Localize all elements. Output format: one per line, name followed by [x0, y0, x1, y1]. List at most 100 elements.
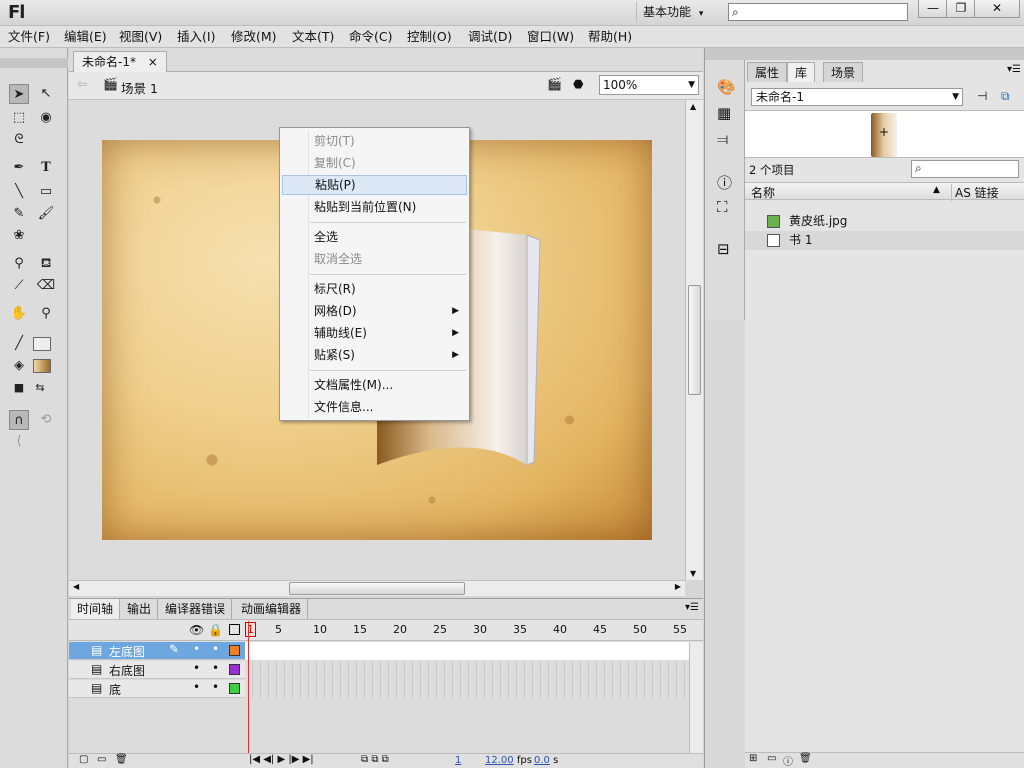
selection-tool-icon[interactable]: ➤: [9, 84, 29, 104]
vertical-scrollbar[interactable]: ▲ ▼: [685, 100, 703, 580]
subselection-tool-icon[interactable]: ↖: [36, 84, 56, 104]
menu-modify[interactable]: 修改(M): [231, 28, 277, 46]
properties-icon[interactable]: ⓘ: [783, 753, 793, 768]
pin-icon[interactable]: ⊣: [977, 89, 987, 103]
layer-frames[interactable]: [245, 642, 689, 660]
lock-dot[interactable]: •: [212, 661, 219, 675]
3d-rotation-tool-icon[interactable]: ◉: [36, 108, 56, 128]
menu-edit[interactable]: 编辑(E): [64, 28, 107, 46]
bone-tool-icon[interactable]: ⚲: [9, 254, 29, 274]
layer-row[interactable]: ▤ 右底图 • •: [69, 661, 689, 679]
menu-item-grid[interactable]: 网格(D) ▶: [282, 301, 467, 321]
eraser-tool-icon[interactable]: ⌫: [36, 276, 56, 296]
snap-to-objects-icon[interactable]: ∩: [9, 410, 29, 430]
playhead[interactable]: [248, 621, 249, 753]
panel-menu-icon[interactable]: ▾☰: [685, 602, 699, 613]
tab-scene[interactable]: 场景: [823, 62, 864, 82]
new-layer-icon[interactable]: ▢: [79, 754, 88, 765]
column-as-linkage[interactable]: AS 链接: [951, 184, 999, 201]
menu-item-snapping[interactable]: 贴紧(S) ▶: [282, 345, 467, 365]
visible-dot[interactable]: •: [193, 642, 200, 656]
edit-scene-icon[interactable]: 🎬: [547, 77, 562, 91]
library-item[interactable]: 书 1: [745, 231, 1024, 250]
lock-dot[interactable]: •: [212, 642, 219, 656]
visible-dot[interactable]: •: [193, 661, 200, 675]
stroke-color-icon[interactable]: ╱: [9, 334, 29, 354]
layer-name[interactable]: 右底图: [109, 662, 145, 679]
restore-button[interactable]: ❐: [946, 0, 976, 18]
new-symbol-icon[interactable]: ⊞: [749, 753, 757, 764]
menu-help[interactable]: 帮助(H): [588, 28, 632, 46]
menu-window[interactable]: 窗口(W): [527, 28, 574, 46]
vertical-scroll-thumb[interactable]: [688, 285, 701, 395]
lasso-tool-icon[interactable]: ᘓ: [9, 130, 29, 150]
tab-timeline[interactable]: 时间轴: [71, 599, 121, 619]
menu-item-cut[interactable]: 剪切(T): [282, 131, 467, 151]
close-button[interactable]: ✕: [974, 0, 1020, 18]
menu-insert[interactable]: 插入(I): [177, 28, 215, 46]
frame-rate[interactable]: 12.00 fps: [485, 755, 532, 766]
scroll-right-icon[interactable]: ▶: [675, 582, 681, 591]
zoom-tool-icon[interactable]: ⚲: [36, 304, 56, 324]
menu-text[interactable]: 文本(T): [292, 28, 334, 46]
stroke-color-swatch[interactable]: [33, 337, 51, 351]
pen-tool-icon[interactable]: ✒: [9, 158, 29, 178]
trash-icon[interactable]: 🗑: [115, 754, 128, 765]
deco-tool-icon[interactable]: ❀: [9, 226, 29, 246]
hand-tool-icon[interactable]: ✋: [9, 304, 29, 324]
outline-icon[interactable]: [229, 624, 240, 635]
straighten-icon[interactable]: ⟨: [9, 432, 29, 452]
layer-color-swatch[interactable]: [229, 683, 240, 694]
menu-item-copy[interactable]: 复制(C): [282, 153, 467, 173]
panel-grip[interactable]: [0, 58, 68, 68]
lock-dot[interactable]: •: [212, 680, 219, 694]
layer-color-swatch[interactable]: [229, 645, 240, 656]
trash-icon[interactable]: 🗑: [799, 753, 812, 764]
onion-skin-icon[interactable]: ⧉ ⧉ ⧉: [361, 754, 389, 765]
frame-ruler[interactable]: 1 5 10 15 20 25 30 35 40 45 50 55: [245, 620, 689, 641]
menu-control[interactable]: 控制(O): [407, 28, 452, 46]
menu-debug[interactable]: 调试(D): [468, 28, 512, 46]
menu-item-paste[interactable]: 粘贴(P): [282, 175, 467, 195]
layer-frames[interactable]: [245, 661, 689, 679]
tab-compiler-errors[interactable]: 编译器错误: [159, 599, 233, 619]
scroll-down-icon[interactable]: ▼: [690, 569, 696, 578]
timeline-vertical-scrollbar[interactable]: [689, 642, 703, 754]
color-palette-icon[interactable]: 🎨: [717, 78, 736, 96]
scroll-left-icon[interactable]: ◀: [73, 582, 79, 591]
current-frame[interactable]: 1: [455, 755, 461, 766]
back-arrow-icon[interactable]: ⇦: [77, 77, 87, 91]
elapsed-time[interactable]: 0.0 s: [534, 755, 558, 766]
library-item[interactable]: 黄皮纸.jpg: [745, 212, 1024, 231]
tab-output[interactable]: 输出: [121, 599, 159, 619]
menu-file[interactable]: 文件(F): [8, 28, 50, 46]
layer-name[interactable]: 底: [109, 681, 121, 698]
menu-item-guides[interactable]: 辅助线(E) ▶: [282, 323, 467, 343]
library-search-input[interactable]: ⌕: [911, 160, 1019, 178]
black-white-icon[interactable]: ■: [9, 378, 29, 398]
help-search-input[interactable]: ⌕: [728, 3, 908, 21]
scroll-up-icon[interactable]: ▲: [690, 102, 696, 111]
brush-tool-icon[interactable]: 🖌: [36, 204, 56, 224]
menu-item-file-info[interactable]: 文件信息...: [282, 397, 467, 417]
menu-item-select-all[interactable]: 全选: [282, 227, 467, 247]
tab-motion-editor[interactable]: 动画编辑器: [235, 599, 309, 619]
tab-document[interactable]: 未命名-1* ×: [73, 51, 167, 72]
layer-row[interactable]: ▤ 左底图 ✎ • •: [69, 642, 689, 660]
line-tool-icon[interactable]: ╲: [9, 182, 29, 202]
workspace-switcher[interactable]: 基本功能 ▾: [636, 2, 709, 22]
info-icon[interactable]: ⓘ: [717, 172, 732, 193]
tab-properties[interactable]: 属性: [747, 62, 788, 82]
tab-close-icon[interactable]: ×: [148, 55, 158, 69]
align-icon[interactable]: ⫤: [717, 130, 728, 148]
pencil-tool-icon[interactable]: ✎: [9, 204, 29, 224]
minimize-button[interactable]: —: [918, 0, 948, 18]
layer-frames[interactable]: [245, 680, 689, 698]
transform-icon[interactable]: ⛶: [717, 198, 728, 216]
lock-icon[interactable]: 🔒: [208, 623, 223, 637]
new-library-icon[interactable]: ⧉: [1001, 89, 1010, 104]
eyedropper-tool-icon[interactable]: ⟋: [9, 276, 29, 296]
paint-bucket-tool-icon[interactable]: ⛾: [36, 254, 56, 274]
layer-color-swatch[interactable]: [229, 664, 240, 675]
library-document-select[interactable]: 未命名-1 ▼: [751, 88, 963, 106]
